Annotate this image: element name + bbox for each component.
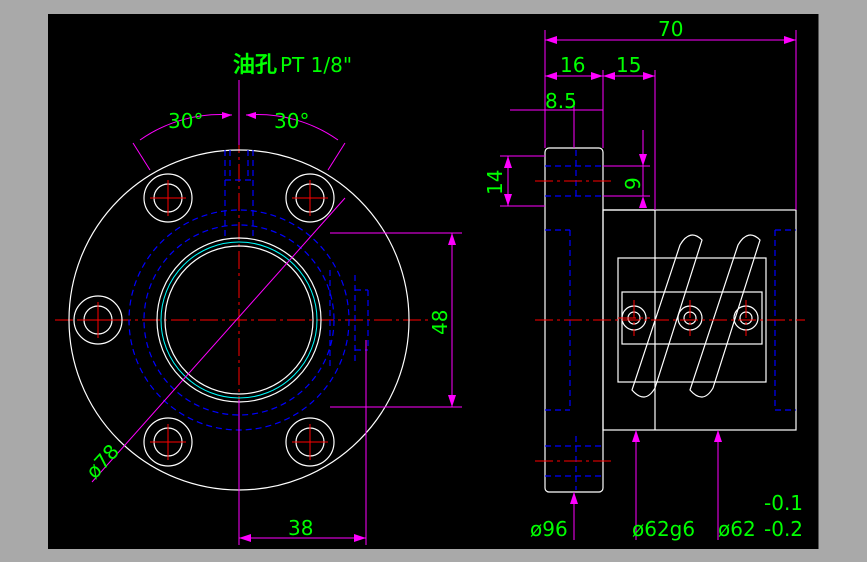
width-dim-label: 38 [288,516,313,540]
side-view: 70 16 15 8.5 14 9 ø96 ø62g6 ø62 -0.1 -0.… [483,17,805,541]
oil-hole-spec: PT 1/8" [280,53,352,77]
front-view: 油孔 PT 1/8" 30° 30° 48 38 ø78 [55,53,462,545]
total-length-label: 70 [658,17,683,41]
counterbore-dia-label: 14 [483,170,507,195]
gap-label: 15 [616,53,641,77]
bolt-hole-tl [143,173,193,223]
hole-dia-label: 9 [621,177,645,190]
bolt-hole-br [285,417,335,467]
technical-drawing: 油孔 PT 1/8" 30° 30° 48 38 ø78 70 16 15 8.… [55,17,805,545]
cad-drawing-canvas[interactable]: 油孔 PT 1/8" 30° 30° 48 38 ø78 70 16 15 8.… [48,14,819,549]
oil-hole-label: 油孔 [233,53,277,78]
height-dim-label: 48 [428,310,452,335]
side-outlines [544,147,797,493]
body-dia-label: ø62g6 [632,517,695,541]
front-arrows [222,112,456,542]
bolt-hole-tr [285,173,335,223]
half-thickness-label: 8.5 [545,89,577,113]
oil-hole-hidden [224,150,369,370]
diameter-dim-label: ø78 [81,439,124,483]
tol-lower-label: -0.2 [764,517,803,541]
front-dimensions [91,80,462,545]
body-dia2-label: ø62 [718,517,756,541]
tol-upper-label: -0.1 [764,491,803,515]
bolt-hole-l [73,295,123,345]
flange-dia-label: ø96 [530,517,568,541]
side-centerlines [535,180,805,462]
flange-thickness-label: 16 [560,53,585,77]
viewport-frame: 油孔 PT 1/8" 30° 30° 48 38 ø78 70 16 15 8.… [0,0,867,562]
bolt-hole-bl [143,417,193,467]
angle-right-label: 30° [274,109,309,133]
angle-left-label: 30° [168,109,203,133]
